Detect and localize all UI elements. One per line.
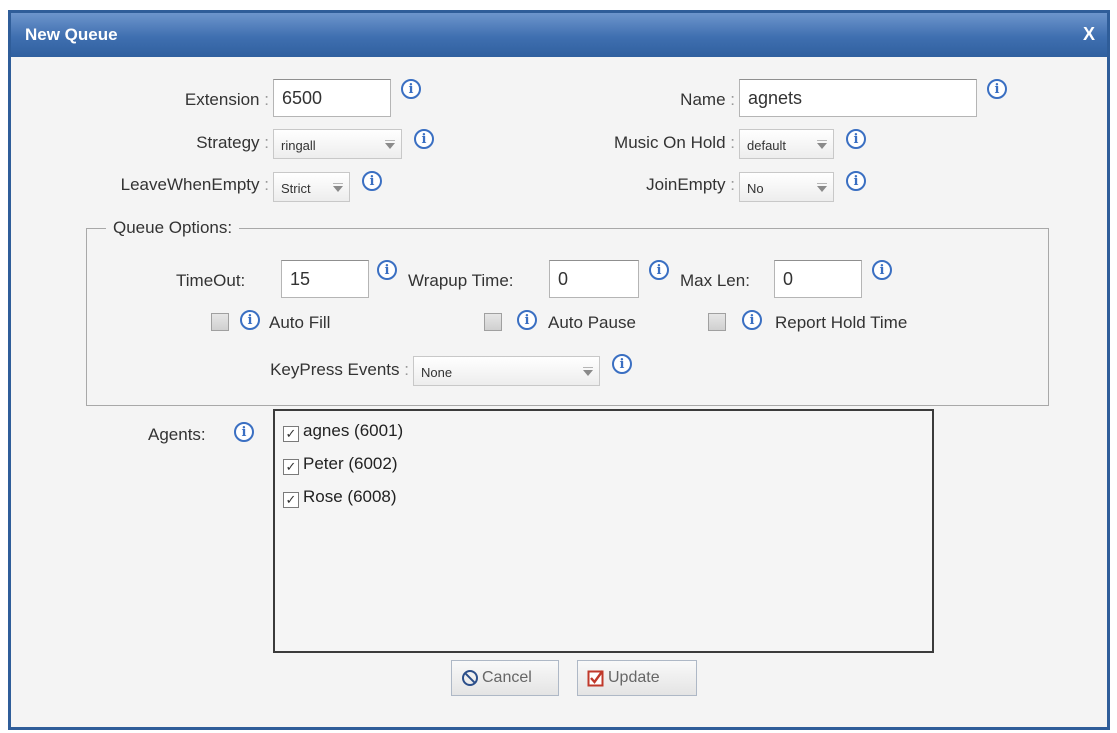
close-button[interactable]: X [1083, 24, 1095, 45]
join-empty-select[interactable]: No [739, 172, 834, 202]
chevron-down-icon [333, 183, 343, 192]
extension-input[interactable] [273, 79, 391, 117]
list-item[interactable]: ✓ Rose (6008) [283, 487, 397, 508]
info-icon[interactable]: i [846, 129, 866, 149]
update-label: Update [608, 669, 660, 686]
update-button[interactable]: Update [577, 660, 697, 696]
new-queue-dialog: New Queue X Extension : i Name : i Strat… [8, 10, 1110, 730]
strategy-label: Strategy : [196, 133, 269, 152]
chevron-down-icon [385, 140, 395, 149]
wrapup-time-input[interactable] [549, 260, 639, 298]
info-icon[interactable]: i [517, 310, 537, 330]
music-on-hold-label: Music On Hold : [614, 133, 735, 152]
report-hold-time-checkbox[interactable] [708, 313, 726, 331]
checkbox-checked[interactable]: ✓ [283, 459, 299, 475]
join-empty-label: JoinEmpty : [646, 175, 735, 194]
keypress-events-value: None [421, 365, 453, 380]
checked-box-icon [587, 670, 604, 687]
agent-label: Rose (6008) [303, 487, 397, 506]
music-on-hold-value: default [747, 138, 787, 153]
keypress-events-label: KeyPress Events : [270, 360, 409, 379]
report-hold-time-label: Report Hold Time [775, 313, 908, 332]
info-icon[interactable]: i [401, 79, 421, 99]
chevron-down-icon [583, 367, 593, 376]
strategy-select[interactable]: ringall [273, 129, 402, 159]
name-input[interactable] [739, 79, 977, 117]
agent-label: Peter (6002) [303, 454, 398, 473]
keypress-events-select[interactable]: None [413, 356, 600, 386]
info-icon[interactable]: i [649, 260, 669, 280]
queue-options-legend: Queue Options: [106, 218, 240, 238]
strategy-value: ringall [281, 138, 316, 153]
agent-label: agnes (6001) [303, 421, 404, 440]
info-icon[interactable]: i [240, 310, 260, 330]
chevron-down-icon [817, 140, 827, 149]
info-icon[interactable]: i [362, 171, 382, 191]
no-entry-icon [462, 670, 478, 686]
chevron-down-icon [817, 183, 827, 192]
agents-label: Agents: [148, 425, 206, 444]
wrapup-time-label: Wrapup Time: [408, 271, 514, 290]
info-icon[interactable]: i [612, 354, 632, 374]
info-icon[interactable]: i [987, 79, 1007, 99]
auto-fill-label: Auto Fill [269, 313, 331, 332]
agents-list[interactable]: ✓ agnes (6001) ✓ Peter (6002) ✓ Rose (6008) [273, 409, 934, 653]
list-item[interactable]: ✓ Peter (6002) [283, 454, 398, 475]
info-icon[interactable]: i [234, 422, 254, 442]
cancel-label: Cancel [482, 669, 532, 686]
cancel-button[interactable]: Cancel [451, 660, 559, 696]
checkbox-checked[interactable]: ✓ [283, 426, 299, 442]
dialog-body: Extension : i Name : i Strategy : ringal… [11, 57, 1107, 727]
leave-when-empty-label: LeaveWhenEmpty : [120, 175, 269, 194]
auto-pause-checkbox[interactable] [484, 313, 502, 331]
join-empty-value: No [747, 181, 764, 196]
name-label: Name : [680, 90, 735, 109]
dialog-title: New Queue [25, 25, 118, 44]
auto-pause-label: Auto Pause [548, 313, 636, 332]
info-icon[interactable]: i [414, 129, 434, 149]
checkbox-checked[interactable]: ✓ [283, 492, 299, 508]
list-item[interactable]: ✓ agnes (6001) [283, 421, 403, 442]
auto-fill-checkbox[interactable] [211, 313, 229, 331]
timeout-input[interactable] [281, 260, 369, 298]
leave-when-empty-value: Strict [281, 181, 311, 196]
info-icon[interactable]: i [742, 310, 762, 330]
max-len-input[interactable] [774, 260, 862, 298]
info-icon[interactable]: i [872, 260, 892, 280]
extension-label: Extension : [184, 90, 269, 109]
title-bar[interactable]: New Queue X [11, 13, 1107, 57]
timeout-label: TimeOut: [176, 271, 246, 290]
max-len-label: Max Len: [680, 271, 750, 290]
info-icon[interactable]: i [377, 260, 397, 280]
leave-when-empty-select[interactable]: Strict [273, 172, 350, 202]
info-icon[interactable]: i [846, 171, 866, 191]
music-on-hold-select[interactable]: default [739, 129, 834, 159]
